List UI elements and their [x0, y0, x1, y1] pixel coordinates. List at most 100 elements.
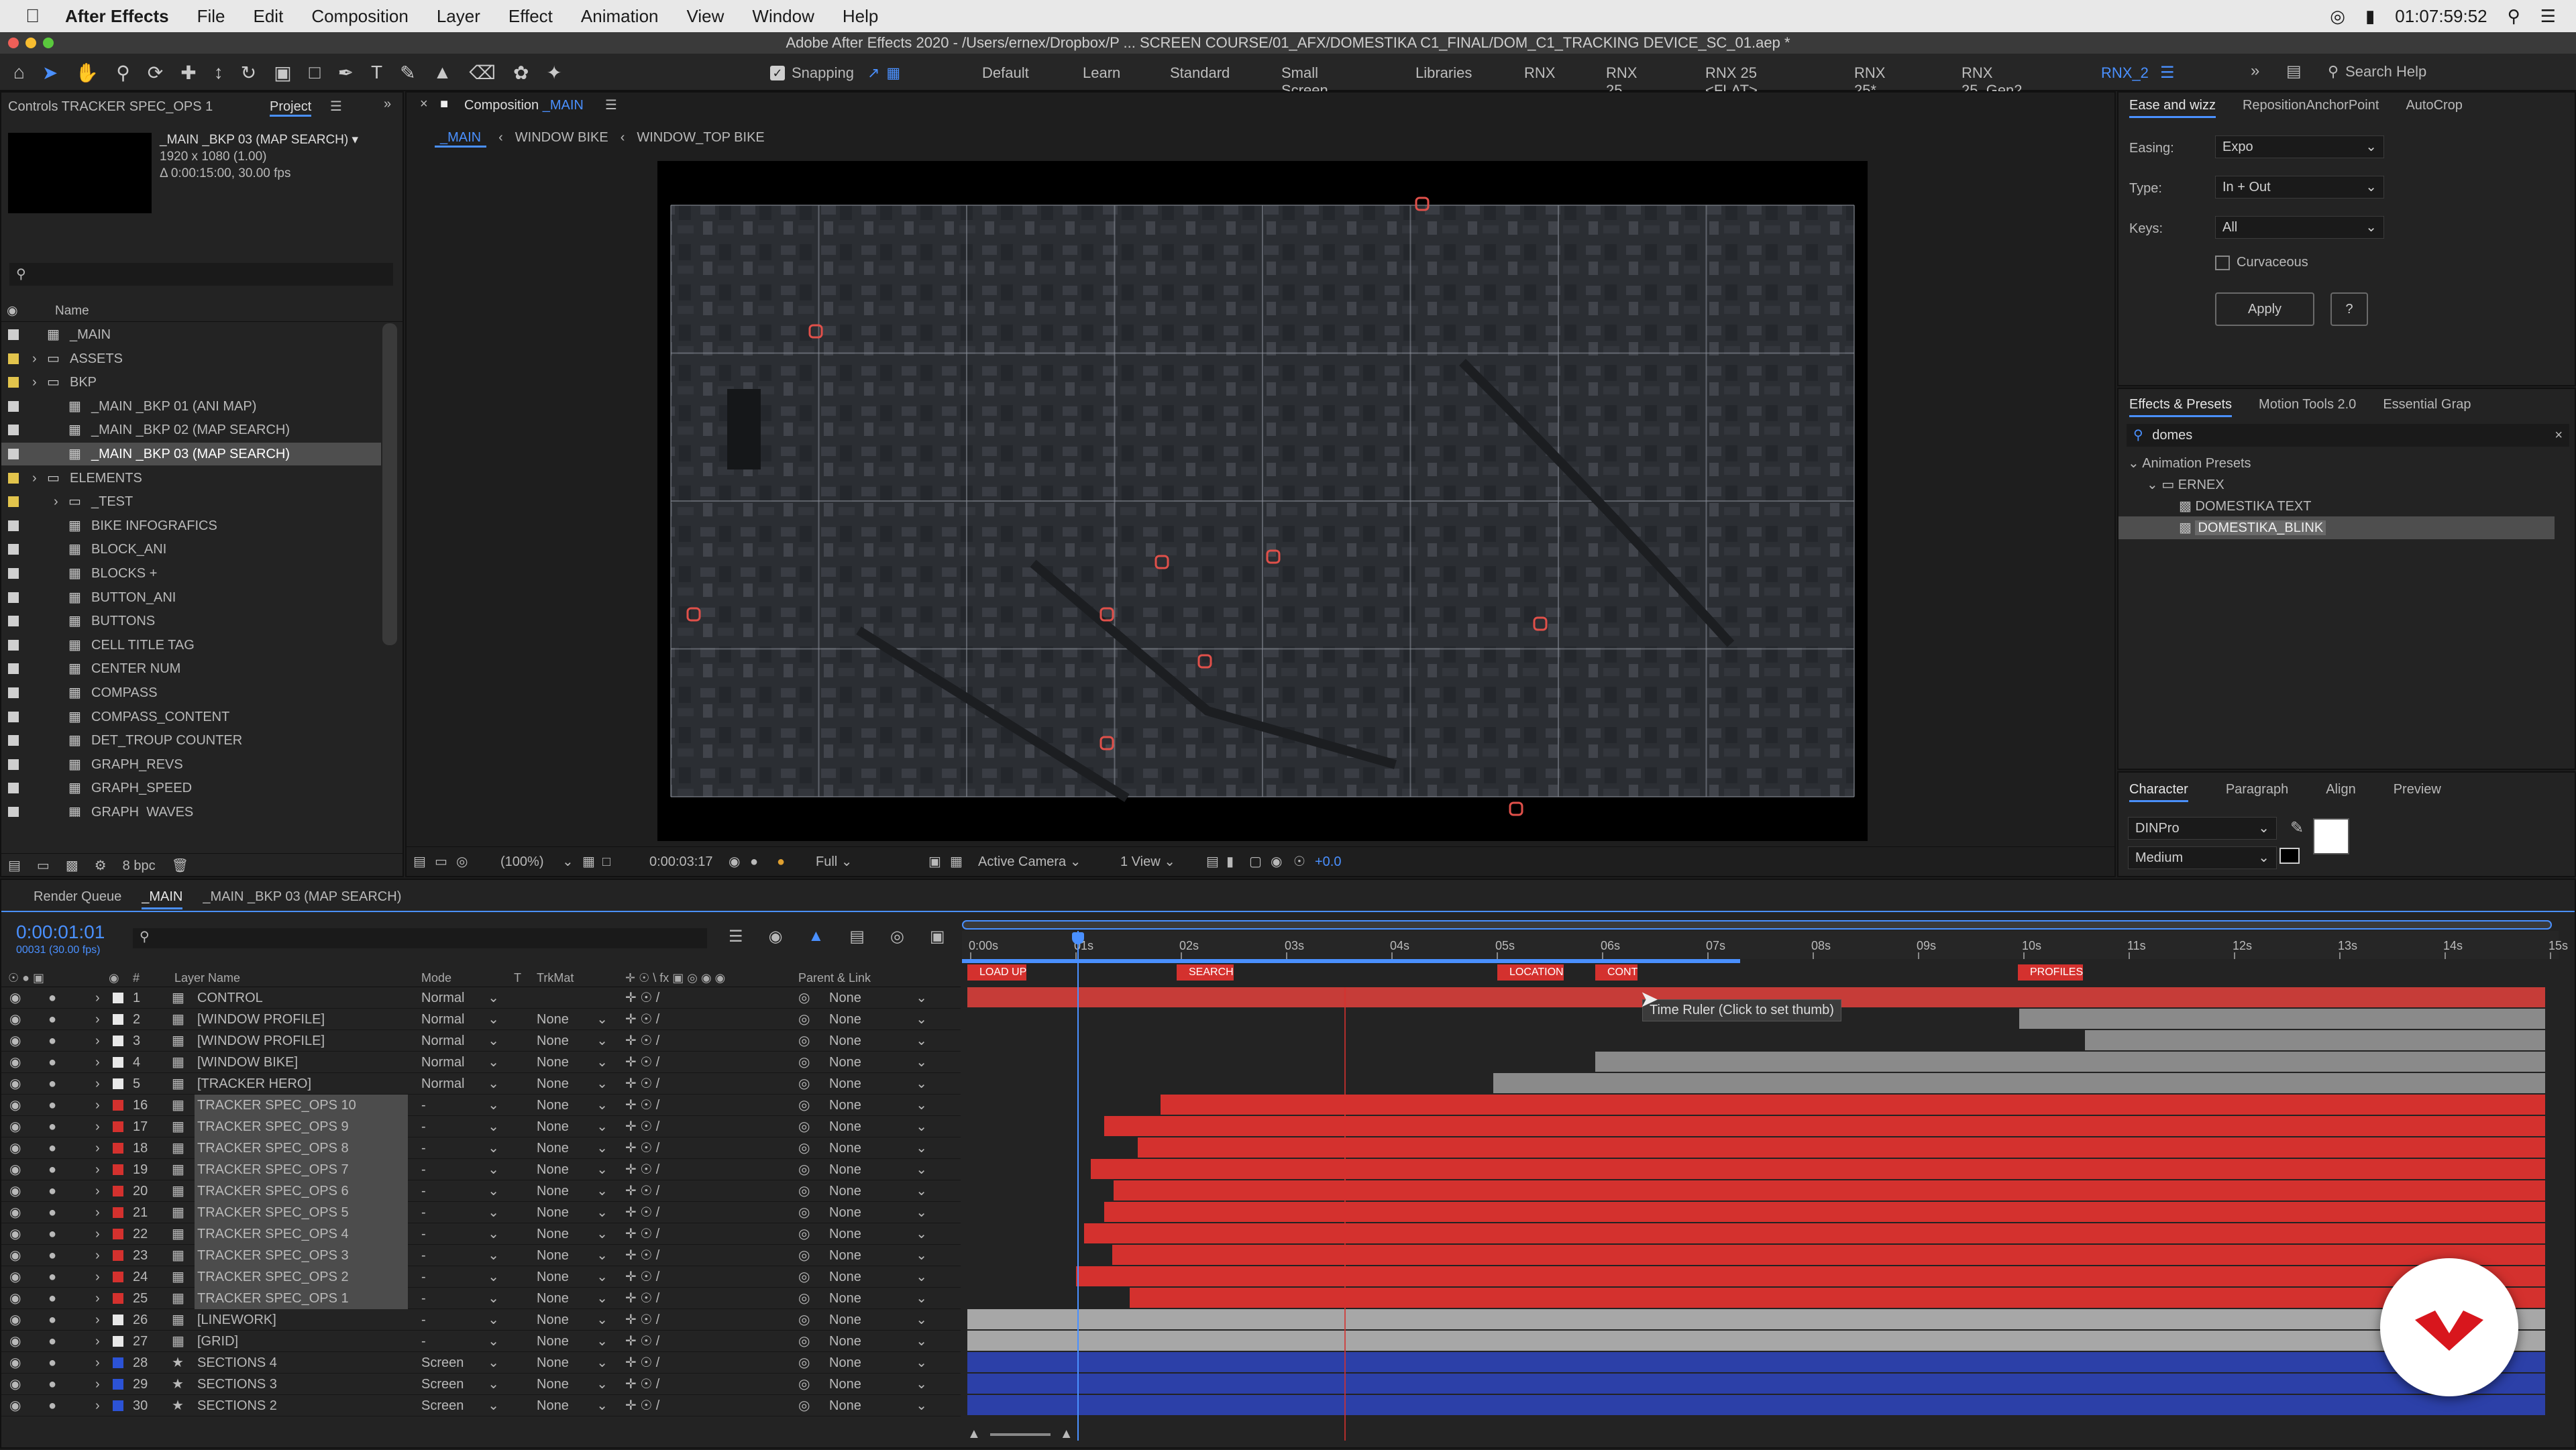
trash-icon[interactable]: 🗑	[172, 854, 189, 877]
chevron-down-icon[interactable]: ⌄	[562, 847, 574, 877]
project-item[interactable]: ▦ _MAIN _BKP 02 (MAP SEARCH)	[1, 419, 381, 441]
overflow-icon[interactable]: »	[2251, 62, 2259, 80]
chevron-right-icon[interactable]: ›	[95, 1395, 100, 1416]
chevron-right-icon[interactable]: ›	[95, 1137, 100, 1159]
pickwhip-icon[interactable]: ◎	[798, 1331, 810, 1352]
layer-switches[interactable]: ✛ ☉ /	[625, 1095, 659, 1116]
lock-icon[interactable]: ●	[48, 1073, 56, 1095]
mask-visibility-icon[interactable]: ◎	[456, 847, 468, 877]
eye-icon[interactable]: ◉	[9, 1009, 21, 1030]
layer-switches[interactable]: ✛ ☉ /	[625, 987, 659, 1009]
layer-row[interactable]: ◉ ● › 26 ▦ [LINEWORK] - ⌄ None ⌄ ✛ ☉ / ◎ None ⌄	[1, 1309, 961, 1331]
lock-icon[interactable]: ●	[48, 1052, 56, 1073]
project-item[interactable]: › ▭ ELEMENTS	[1, 467, 381, 490]
label-swatch[interactable]	[8, 711, 19, 722]
blend-mode-select[interactable]: Normal ⌄	[421, 1030, 502, 1052]
layer-name-header[interactable]: Layer Name	[174, 968, 240, 987]
snap-grid-icon[interactable]: ▦	[886, 64, 900, 82]
lock-icon[interactable]: ●	[48, 1137, 56, 1159]
tab-repositionanchorpoint[interactable]: RepositionAnchorPoint	[2243, 98, 2379, 118]
project-item[interactable]: ▦ COMPASS	[1, 681, 381, 704]
layer-switches[interactable]: ✛ ☉ /	[625, 1030, 659, 1052]
trkmat-select[interactable]: None ⌄	[537, 1095, 610, 1116]
layer-label-swatch[interactable]	[113, 1400, 123, 1411]
eye-icon[interactable]: ◉	[9, 1352, 21, 1374]
time-ruler[interactable]: 0:00s 01s 02s 03s 04s 05s 06s 07s 08s 09s 10s 11s 12…	[962, 931, 2568, 959]
parent-select[interactable]: None ⌄	[829, 1159, 930, 1180]
pickwhip-icon[interactable]: ◎	[798, 1288, 810, 1309]
trkmat-select[interactable]: None ⌄	[537, 1159, 610, 1180]
label-swatch[interactable]	[8, 592, 19, 603]
eye-icon[interactable]: ◉	[9, 1309, 21, 1331]
blend-mode-select[interactable]: Screen ⌄	[421, 1352, 502, 1374]
layer-bar[interactable]	[1114, 1180, 2545, 1201]
chevron-right-icon[interactable]: ›	[95, 1009, 100, 1030]
menu-animation[interactable]: Animation	[581, 6, 659, 27]
tree-domestika-text[interactable]: ▩ DOMESTIKA TEXT	[2179, 495, 2311, 518]
chevron-right-icon[interactable]: ›	[95, 1073, 100, 1095]
eye-icon[interactable]: ◉	[9, 1180, 21, 1202]
layer-row[interactable]: ◉ ● › 18 ▦ TRACKER SPEC_OPS 8 - ⌄ None ⌄ ✛ ☉ / ◎ Non…	[1, 1137, 961, 1159]
layer-switches[interactable]: ✛ ☉ /	[625, 1288, 659, 1309]
eye-icon[interactable]: ◉	[9, 1202, 21, 1223]
blend-mode-select[interactable]: Screen ⌄	[421, 1395, 502, 1416]
label-swatch[interactable]	[8, 496, 19, 508]
blend-mode-select[interactable]: Normal ⌄	[421, 1052, 502, 1073]
layer-switches[interactable]: ✛ ☉ /	[625, 1245, 659, 1266]
eye-icon[interactable]: ◉	[9, 1266, 21, 1288]
blend-mode-select[interactable]: Normal ⌄	[421, 987, 502, 1009]
parent-select[interactable]: None ⌄	[829, 1374, 930, 1395]
hand-tool-icon[interactable]: ✋	[75, 62, 99, 84]
camera-dropdown[interactable]: Active Camera ⌄	[978, 847, 1106, 877]
layer-name[interactable]: TRACKER SPEC_OPS 7	[195, 1159, 408, 1180]
label-swatch[interactable]	[8, 472, 19, 484]
layer-label-swatch[interactable]	[113, 1272, 123, 1282]
layer-bar[interactable]	[967, 1374, 2545, 1394]
chevron-right-icon[interactable]: ›	[95, 1223, 100, 1245]
layer-label-swatch[interactable]	[113, 1121, 123, 1132]
layer-switches[interactable]: ✛ ☉ /	[625, 1159, 659, 1180]
trkmat-select[interactable]: None ⌄	[537, 1073, 610, 1095]
menu-window[interactable]: Window	[752, 6, 814, 27]
trkmat-select[interactable]: None ⌄	[537, 1116, 610, 1137]
lock-icon[interactable]: ●	[48, 1223, 56, 1245]
layer-switches[interactable]: ✛ ☉ /	[625, 1052, 659, 1073]
pickwhip-icon[interactable]: ◎	[798, 1137, 810, 1159]
lock-icon[interactable]: ●	[48, 1374, 56, 1395]
tracker-marker[interactable]	[1509, 801, 1523, 816]
layer-switches-header[interactable]: ✛ ☉ \ fx ▣ ◎ ◉ ◉	[625, 968, 725, 987]
selected-comp-name[interactable]: _MAIN _BKP 03 (MAP SEARCH) ▾	[160, 131, 358, 148]
stroke-color-swatch[interactable]	[2279, 848, 2300, 864]
eye-icon[interactable]: ◉	[9, 1073, 21, 1095]
layer-name[interactable]: TRACKER SPEC_OPS 2	[195, 1266, 408, 1288]
layer-switches[interactable]: ✛ ☉ /	[625, 1202, 659, 1223]
lock-icon[interactable]: ●	[48, 1116, 56, 1137]
pickwhip-icon[interactable]: ◎	[798, 1159, 810, 1180]
tab-align[interactable]: Align	[2326, 782, 2355, 802]
blend-mode-select[interactable]: - ⌄	[421, 1116, 502, 1137]
parent-select[interactable]: None ⌄	[829, 1288, 930, 1309]
pickwhip-icon[interactable]: ◎	[798, 987, 810, 1009]
parent-select[interactable]: None ⌄	[829, 1180, 930, 1202]
layer-name[interactable]: [LINEWORK]	[195, 1309, 408, 1331]
project-item[interactable]: › ▭ ASSETS	[1, 347, 381, 370]
region-icon[interactable]: □	[602, 847, 610, 877]
layer-bar[interactable]	[1595, 1052, 2545, 1072]
layer-name[interactable]: [WINDOW PROFILE]	[195, 1030, 408, 1052]
pickwhip-icon[interactable]: ◎	[798, 1116, 810, 1137]
parent-select[interactable]: None ⌄	[829, 987, 930, 1009]
layer-name[interactable]: [TRACKER HERO]	[195, 1073, 408, 1095]
selection-tool-icon[interactable]: ➤	[42, 62, 58, 84]
pan-behind-tool-icon[interactable]: ▣	[274, 62, 291, 84]
blend-mode-select[interactable]: - ⌄	[421, 1223, 502, 1245]
workspace-learn[interactable]: Learn	[1083, 64, 1120, 82]
parent-select[interactable]: None ⌄	[829, 1309, 930, 1331]
tab-character[interactable]: Character	[2129, 782, 2188, 802]
parent-header[interactable]: Parent & Link	[798, 968, 871, 987]
project-item[interactable]: ▦ _MAIN	[1, 323, 381, 346]
roto-brush-icon[interactable]: ✿	[513, 62, 529, 84]
parent-select[interactable]: None ⌄	[829, 1352, 930, 1374]
type-tool-icon[interactable]: T	[371, 62, 382, 84]
layer-label-swatch[interactable]	[113, 1315, 123, 1325]
blend-mode-select[interactable]: - ⌄	[421, 1180, 502, 1202]
